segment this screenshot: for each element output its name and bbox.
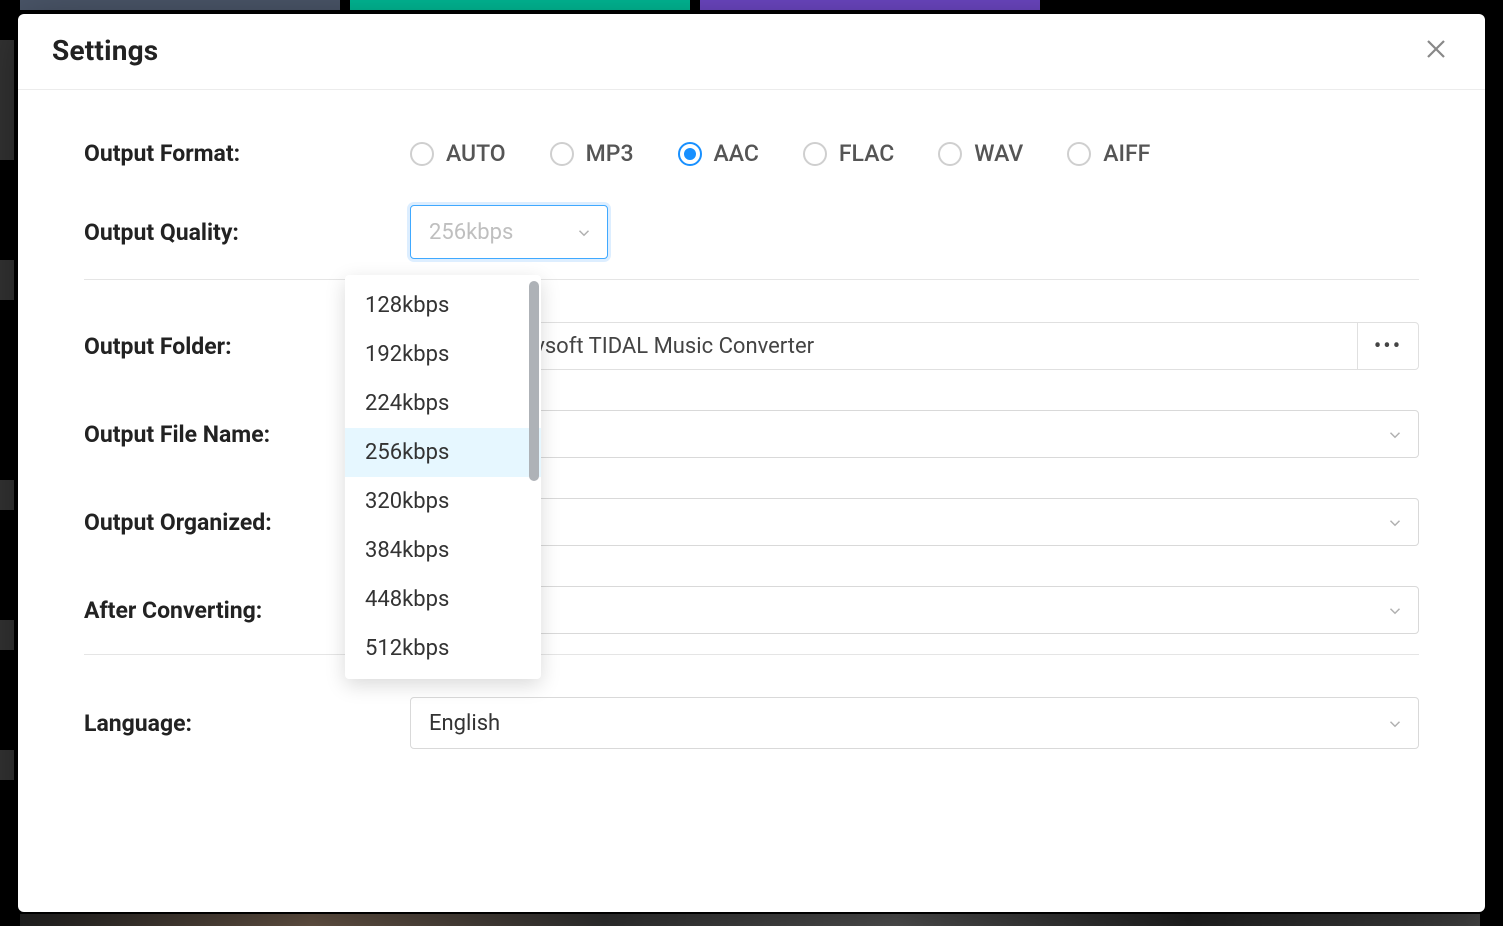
ellipsis-icon: ••• xyxy=(1374,334,1402,359)
row-after-converting: After Converting: xyxy=(84,586,1419,634)
quality-option-192[interactable]: 192kbps xyxy=(345,330,541,379)
section-divider xyxy=(84,654,1419,655)
select-value: English xyxy=(429,711,500,736)
quality-option-256[interactable]: 256kbps xyxy=(345,428,541,477)
quality-option-128[interactable]: 128kbps xyxy=(345,281,541,330)
radio-mp3[interactable]: MP3 xyxy=(550,140,634,167)
output-organized-select[interactable] xyxy=(410,498,1419,546)
output-format-radios: AUTO MP3 AAC FLAC WAV xyxy=(410,140,1419,167)
row-output-file-name: Output File Name: xyxy=(84,410,1419,458)
modal-header: Settings xyxy=(18,14,1485,90)
chevron-down-icon xyxy=(1386,714,1404,732)
quality-option-320[interactable]: 320kbps xyxy=(345,477,541,526)
dropdown-scrollbar[interactable] xyxy=(529,281,539,481)
radio-icon xyxy=(410,142,434,166)
language-select[interactable]: English xyxy=(410,697,1419,749)
output-quality-dropdown: 128kbps 192kbps 224kbps 256kbps 320kbps … xyxy=(345,275,541,679)
row-output-folder: Output Folder: ments\Ukeysoft TIDAL Musi… xyxy=(84,322,1419,370)
quality-option-448[interactable]: 448kbps xyxy=(345,575,541,624)
label-output-quality: Output Quality: xyxy=(84,219,410,246)
settings-modal: Settings Output Format: AUTO MP3 xyxy=(18,14,1485,912)
radio-icon xyxy=(938,142,962,166)
radio-aiff[interactable]: AIFF xyxy=(1067,140,1150,167)
close-button[interactable] xyxy=(1421,36,1451,66)
radio-flac[interactable]: FLAC xyxy=(803,140,894,167)
row-output-format: Output Format: AUTO MP3 AAC FLAC xyxy=(84,140,1419,167)
radio-label: AAC xyxy=(714,140,759,167)
browse-folder-button[interactable]: ••• xyxy=(1357,322,1419,370)
radio-label: MP3 xyxy=(586,140,634,167)
radio-label: AIFF xyxy=(1103,140,1150,167)
radio-auto[interactable]: AUTO xyxy=(410,140,506,167)
output-file-name-select[interactable] xyxy=(410,410,1419,458)
radio-icon xyxy=(803,142,827,166)
radio-label: FLAC xyxy=(839,140,894,167)
row-output-quality: Output Quality: 256kbps xyxy=(84,205,1419,259)
radio-wav[interactable]: WAV xyxy=(938,140,1023,167)
quality-option-224[interactable]: 224kbps xyxy=(345,379,541,428)
row-language: Language: English xyxy=(84,697,1419,749)
modal-title: Settings xyxy=(52,34,158,67)
quality-option-384[interactable]: 384kbps xyxy=(345,526,541,575)
radio-icon xyxy=(550,142,574,166)
close-icon xyxy=(1424,37,1448,65)
quality-option-512[interactable]: 512kbps xyxy=(345,624,541,673)
radio-icon xyxy=(678,142,702,166)
chevron-down-icon xyxy=(1386,601,1404,619)
label-language: Language: xyxy=(84,710,410,737)
output-quality-select[interactable]: 256kbps xyxy=(410,205,608,259)
section-divider xyxy=(84,279,1419,280)
after-converting-select[interactable] xyxy=(410,586,1419,634)
radio-label: WAV xyxy=(974,140,1023,167)
chevron-down-icon xyxy=(1386,513,1404,531)
radio-icon xyxy=(1067,142,1091,166)
label-output-format: Output Format: xyxy=(84,140,410,167)
select-value: 256kbps xyxy=(429,220,513,245)
row-output-organized: Output Organized: xyxy=(84,498,1419,546)
output-folder-input[interactable]: ments\Ukeysoft TIDAL Music Converter xyxy=(410,322,1357,370)
radio-aac[interactable]: AAC xyxy=(678,140,759,167)
chevron-down-icon xyxy=(575,223,593,241)
chevron-down-icon xyxy=(1386,425,1404,443)
radio-label: AUTO xyxy=(446,140,506,167)
